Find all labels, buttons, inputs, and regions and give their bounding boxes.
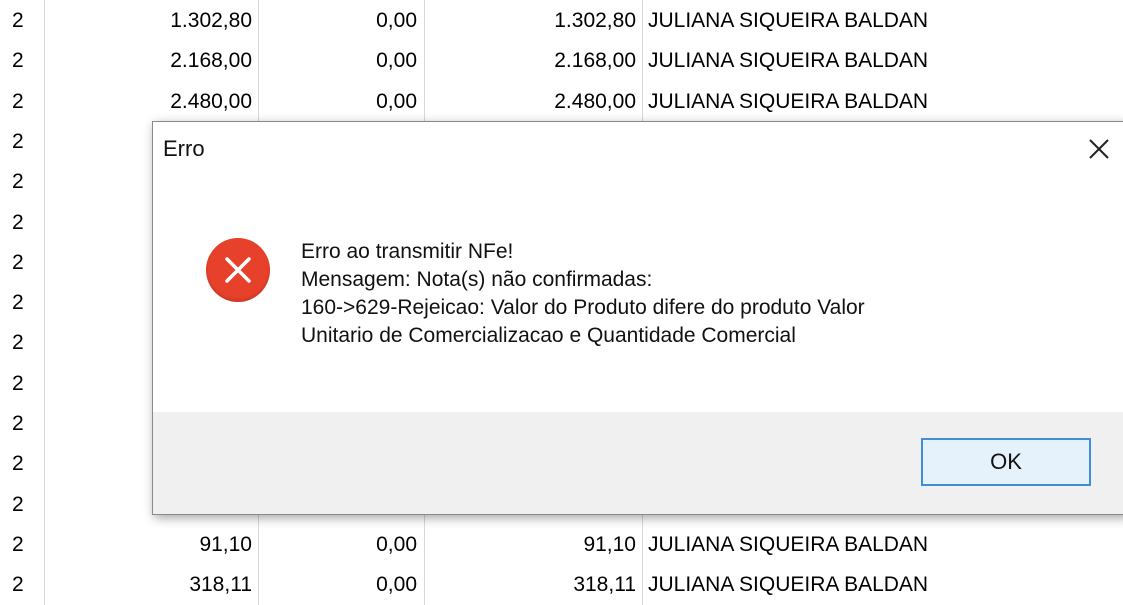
value-cell: 91,10 <box>199 532 252 556</box>
message-line: 160->629-Rejeicao: Valor do Produto dife… <box>301 296 865 319</box>
table-row[interactable]: 2 91,10 0,00 91,10 JULIANA SIQUEIRA BALDAN <box>0 524 1123 565</box>
dialog-title: Erro <box>163 136 205 161</box>
total-cell: 91,10 <box>583 532 636 556</box>
row-index: 2 <box>12 573 24 597</box>
row-index: 2 <box>12 532 24 556</box>
row-index: 2 <box>12 49 24 73</box>
total-cell: 2.168,00 <box>554 49 636 73</box>
row-index: 2 <box>12 291 24 315</box>
table-row[interactable]: 2 1.302,80 0,00 1.302,80 JULIANA SIQUEIRA BA… <box>0 0 1123 41</box>
table-row[interactable]: 2 2.168,00 0,00 2.168,00 JULIANA SIQUEIRA BA… <box>0 40 1123 81</box>
total-cell: 2.480,00 <box>554 89 636 113</box>
discount-cell: 0,00 <box>376 49 417 73</box>
close-button[interactable] <box>1082 132 1116 166</box>
close-icon <box>1089 139 1109 159</box>
customer-name-cell: JULIANA SIQUEIRA BALDAN <box>648 532 929 556</box>
customer-name-cell: JULIANA SIQUEIRA BALDAN <box>648 49 929 73</box>
row-index: 2 <box>12 492 24 516</box>
discount-cell: 0,00 <box>376 532 417 556</box>
row-index: 2 <box>12 452 24 476</box>
row-index: 2 <box>12 170 24 194</box>
error-message: Erro ao transmitir NFe! Mensagem: Nota(s… <box>301 238 1101 350</box>
row-index: 2 <box>12 331 24 355</box>
row-index: 2 <box>12 412 24 435</box>
message-line: Mensagem: Nota(s) não confirmadas: <box>301 268 653 291</box>
total-cell: 318,11 <box>573 573 636 597</box>
discount-cell: 0,00 <box>376 89 417 113</box>
customer-name-cell: JULIANA SIQUEIRA BALDAN <box>648 89 929 113</box>
row-index: 2 <box>12 250 24 274</box>
table-row[interactable]: 2 2.480,00 0,00 2.480,00 JULIANA SIQUEIRA BA… <box>0 81 1123 122</box>
total-cell: 1.302,80 <box>554 9 636 32</box>
row-index: 2 <box>12 371 24 395</box>
row-index: 2 <box>12 9 24 32</box>
customer-name-cell: JULIANA SIQUEIRA BALDAN <box>648 573 929 597</box>
value-cell: 1.302,80 <box>170 9 252 32</box>
error-dialog: Erro Erro ao transmitir NFe! Mensagem: N… <box>152 121 1123 515</box>
dialog-footer: OK <box>153 412 1123 514</box>
message-line: Unitario de Comercializacao e Quantidade… <box>301 324 796 347</box>
error-circle-icon <box>206 238 270 302</box>
value-cell: 318,11 <box>189 573 252 597</box>
row-index: 2 <box>12 89 24 113</box>
discount-cell: 0,00 <box>376 9 417 32</box>
ok-button[interactable]: OK <box>921 438 1091 486</box>
table-row[interactable]: 2 318,11 0,00 318,11 JULIANA SIQUEIRA BALDAN <box>0 564 1123 605</box>
value-cell: 2.168,00 <box>170 49 252 73</box>
row-index: 2 <box>12 129 24 153</box>
customer-name-cell: JULIANA SIQUEIRA BALDAN <box>648 9 929 32</box>
message-line: Erro ao transmitir NFe! <box>301 240 514 263</box>
row-index: 2 <box>12 210 24 234</box>
discount-cell: 0,00 <box>376 573 417 597</box>
value-cell: 2.480,00 <box>170 89 252 113</box>
